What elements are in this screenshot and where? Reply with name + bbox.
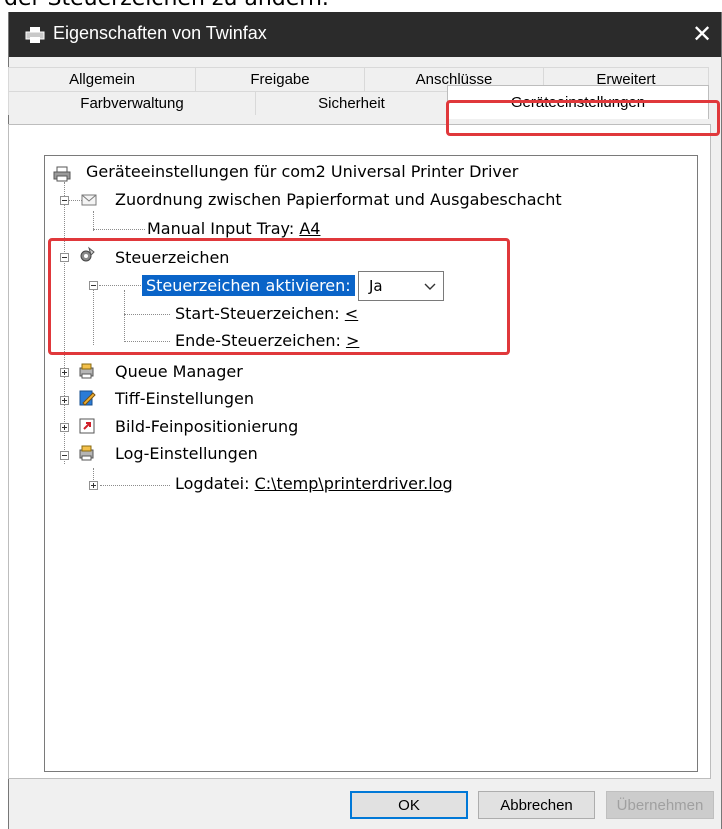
tree-line <box>93 229 145 230</box>
queue-printer-icon <box>79 363 94 379</box>
tab-allgemein[interactable]: Allgemein <box>8 67 195 91</box>
tree-log-settings[interactable]: Log-Einstellungen <box>115 444 258 463</box>
expand-icon[interactable] <box>60 396 69 405</box>
tiff-edit-icon <box>79 390 96 406</box>
tree-logfile[interactable]: Logdatei: C:\temp\printerdriver.log <box>175 474 453 493</box>
tree-paper-mapping[interactable]: Zuordnung zwischen Papierformat und Ausg… <box>115 190 562 209</box>
printer-icon <box>25 27 45 43</box>
manual-tray-label: Manual Input Tray: <box>147 219 295 238</box>
image-position-icon <box>79 418 95 434</box>
logfile-value[interactable]: C:\temp\printerdriver.log <box>255 474 453 493</box>
manual-tray-value[interactable]: A4 <box>299 219 320 238</box>
tree-line <box>93 211 94 231</box>
tree-root-label[interactable]: Geräteeinstellungen für com2 Universal P… <box>86 162 518 181</box>
tab-highlight-frame <box>446 100 720 136</box>
collapse-icon[interactable] <box>60 451 69 460</box>
expand-icon[interactable] <box>89 481 98 490</box>
tree-queue-manager[interactable]: Queue Manager <box>115 362 243 381</box>
logfile-label: Logdatei: <box>175 474 250 493</box>
cancel-button[interactable]: Abbrechen <box>478 791 595 819</box>
title-bar: Eigenschaften von Twinfax ✕ <box>9 12 721 57</box>
window-title: Eigenschaften von Twinfax <box>53 23 267 43</box>
tab-farbverwaltung[interactable]: Farbverwaltung <box>8 91 255 115</box>
close-button[interactable]: ✕ <box>689 20 715 48</box>
tab-freigabe[interactable]: Freigabe <box>195 67 364 91</box>
expand-icon[interactable] <box>60 368 69 377</box>
ok-button[interactable]: OK <box>350 791 468 819</box>
tree-image-positioning[interactable]: Bild-Feinpositionierung <box>115 417 298 436</box>
tree-tiff-settings[interactable]: Tiff-Einstellungen <box>115 389 254 408</box>
control-chars-highlight-frame <box>48 238 510 355</box>
log-printer-icon <box>79 445 94 461</box>
apply-button[interactable]: Übernehmen <box>606 791 714 819</box>
page-caption: der Steuerzeichen zu ändern. <box>4 0 329 11</box>
collapse-icon[interactable] <box>60 196 69 205</box>
printer-icon <box>53 166 71 182</box>
tab-sicherheit[interactable]: Sicherheit <box>255 91 447 115</box>
expand-icon[interactable] <box>60 423 69 432</box>
paper-tray-icon <box>81 194 97 206</box>
tree-line <box>100 485 170 486</box>
tree-manual-tray[interactable]: Manual Input Tray: A4 <box>147 219 320 238</box>
